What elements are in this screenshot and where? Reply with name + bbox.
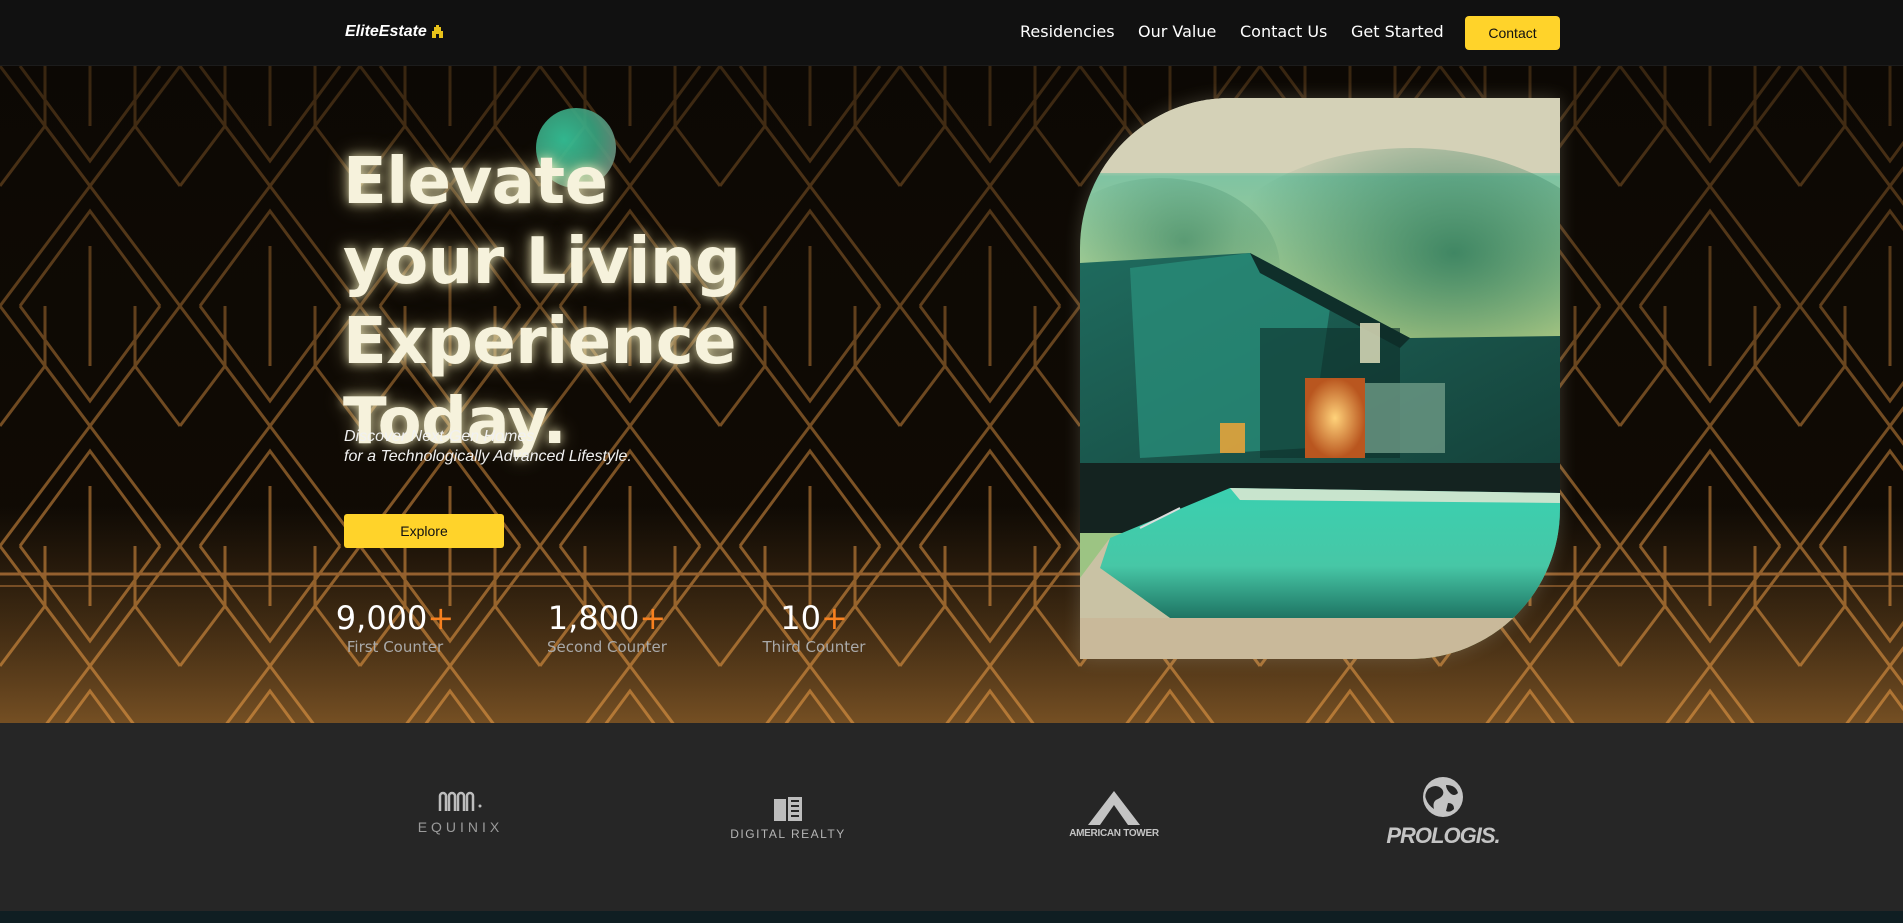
stat-first-counter: 9,000+ First Counter — [315, 598, 475, 656]
partner-digital-realty: DIGITAL REALTY — [722, 795, 854, 841]
hero-section — [0, 66, 1903, 723]
stat-plus: + — [639, 599, 667, 637]
contact-button[interactable]: Contact — [1465, 16, 1560, 50]
stat-second-counter: 1,800+ Second Counter — [527, 598, 687, 656]
stat-number: 10 — [780, 599, 821, 637]
hero-overlay — [0, 66, 1903, 723]
stat-label: Third Counter — [762, 638, 866, 656]
stat-plus: + — [427, 599, 455, 637]
brand-logo-text: EliteEstate — [345, 23, 427, 40]
american-tower-logo-icon — [1088, 791, 1140, 825]
explore-button[interactable]: Explore — [344, 514, 504, 548]
modern-house-illustration — [1080, 98, 1560, 659]
stat-plus: + — [820, 599, 848, 637]
subtitle-line-2: for a Technologically Advanced Lifestyle… — [344, 448, 632, 465]
page-bottom-strip — [0, 911, 1903, 923]
top-navbar: EliteEstate Residencies Our Value Contac… — [0, 0, 1903, 66]
partner-name: PROLOGIS. — [1386, 823, 1500, 848]
equinix-logo-icon — [438, 791, 481, 811]
digital-realty-logo-icon — [774, 797, 802, 821]
nav-link-get-started[interactable]: Get Started — [1351, 22, 1444, 41]
partner-logos-section: EQUINIX DIGITAL REALTY AMERICAN TOWER PR… — [0, 723, 1903, 911]
house-icon — [431, 25, 443, 38]
brand-logo[interactable]: EliteEstate — [345, 23, 445, 41]
partner-name: EQUINIX — [417, 819, 504, 835]
headline-line-1: Elevate — [343, 145, 608, 219]
partner-equinix: EQUINIX — [408, 791, 513, 835]
hero-headline: Elevate your Living Experience Today. — [343, 142, 943, 462]
nav-link-residencies[interactable]: Residencies — [1020, 22, 1115, 41]
stat-third-counter: 10+ Third Counter — [734, 598, 894, 656]
partner-american-tower: AMERICAN TOWER — [1049, 789, 1179, 839]
nav-link-contact-us[interactable]: Contact Us — [1240, 22, 1327, 41]
prologis-globe-icon — [1423, 777, 1463, 817]
stat-number: 9,000 — [335, 599, 428, 637]
stat-value: 10+ — [734, 598, 894, 638]
stat-value: 1,800+ — [527, 598, 687, 638]
subtitle-line-1: Discover Next-Gen Homes — [344, 428, 535, 445]
nav-link-our-value[interactable]: Our Value — [1138, 22, 1216, 41]
stat-label: Second Counter — [547, 638, 667, 656]
hero-house-image — [1080, 98, 1560, 659]
partner-name: AMERICAN TOWER — [1069, 828, 1159, 839]
partner-name: DIGITAL REALTY — [730, 827, 846, 841]
stat-value: 9,000+ — [315, 598, 475, 638]
partner-prologis: PROLOGIS. — [1378, 775, 1508, 849]
hero-subtitle: Discover Next-Gen Homes for a Technologi… — [344, 427, 632, 467]
stat-number: 1,800 — [547, 599, 640, 637]
headline-line-2: your Living — [343, 225, 741, 299]
stat-label: First Counter — [346, 638, 444, 656]
